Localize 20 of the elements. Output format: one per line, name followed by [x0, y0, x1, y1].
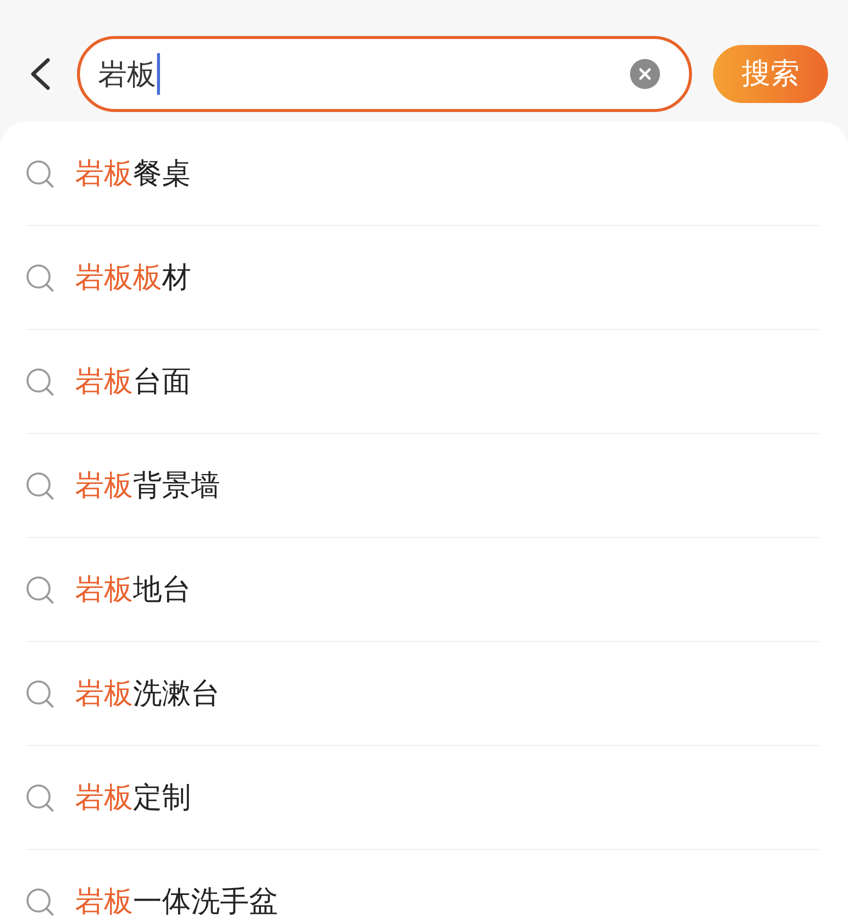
- clear-icon[interactable]: [630, 59, 660, 89]
- search-icon: [26, 264, 54, 292]
- search-icon: [26, 368, 54, 396]
- search-icon: [26, 888, 54, 916]
- suggestion-item[interactable]: 岩板台面: [26, 330, 820, 434]
- text-cursor-icon: [157, 53, 160, 95]
- suggestion-item[interactable]: 岩板一体洗手盆: [26, 850, 820, 917]
- back-icon[interactable]: [28, 57, 52, 91]
- suggestion-item[interactable]: 岩板餐桌: [26, 122, 820, 226]
- search-field[interactable]: 岩板: [77, 36, 692, 112]
- suggestion-item[interactable]: 岩板板材: [26, 226, 820, 330]
- search-icon: [26, 472, 54, 500]
- search-icon: [26, 160, 54, 188]
- search-icon: [26, 784, 54, 812]
- suggestion-item[interactable]: 岩板定制: [26, 746, 820, 850]
- suggestion-item[interactable]: 岩板背景墙: [26, 434, 820, 538]
- suggestion-item[interactable]: 岩板地台: [26, 538, 820, 642]
- suggestion-item[interactable]: 岩板洗漱台: [26, 642, 820, 746]
- search-icon: [26, 576, 54, 604]
- search-icon: [26, 680, 54, 708]
